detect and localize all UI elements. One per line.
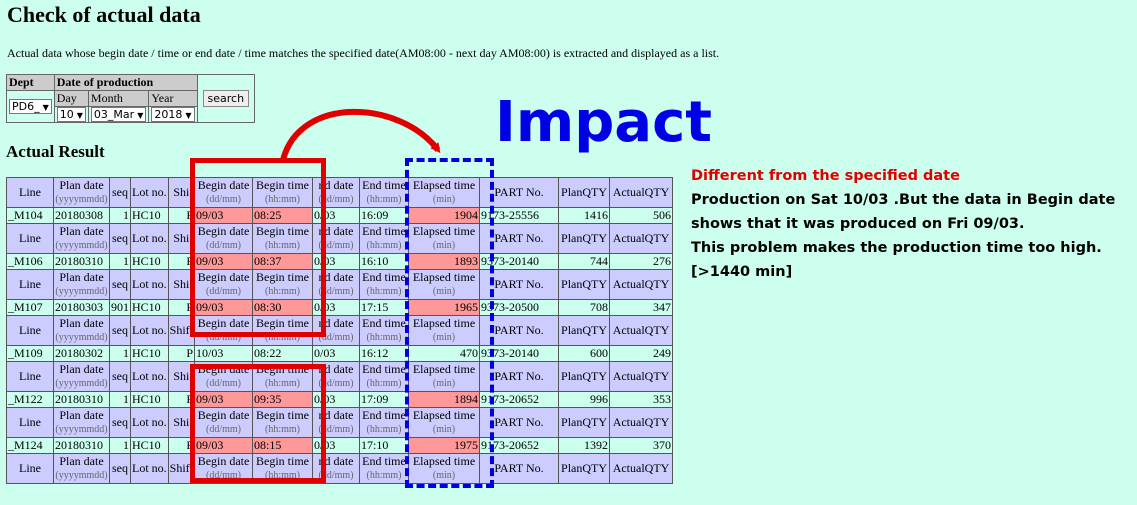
note-line-4: [>1440 min] [691, 264, 793, 280]
note-line-1: Production on Sat 10/03 .But the data in… [691, 192, 1116, 208]
note-line-3: This problem makes the production time t… [691, 240, 1102, 256]
annotation-note: Different from the specified date Produc… [691, 164, 1115, 284]
note-line-2: shows that it was produced on Fri 09/03. [691, 216, 1025, 232]
note-heading: Different from the specified date [691, 168, 960, 184]
highlight-box-elapsed [405, 158, 494, 488]
highlight-box-begin-bottom [190, 364, 326, 483]
highlight-box-begin-top [190, 158, 326, 337]
impact-label: Impact [495, 90, 713, 155]
